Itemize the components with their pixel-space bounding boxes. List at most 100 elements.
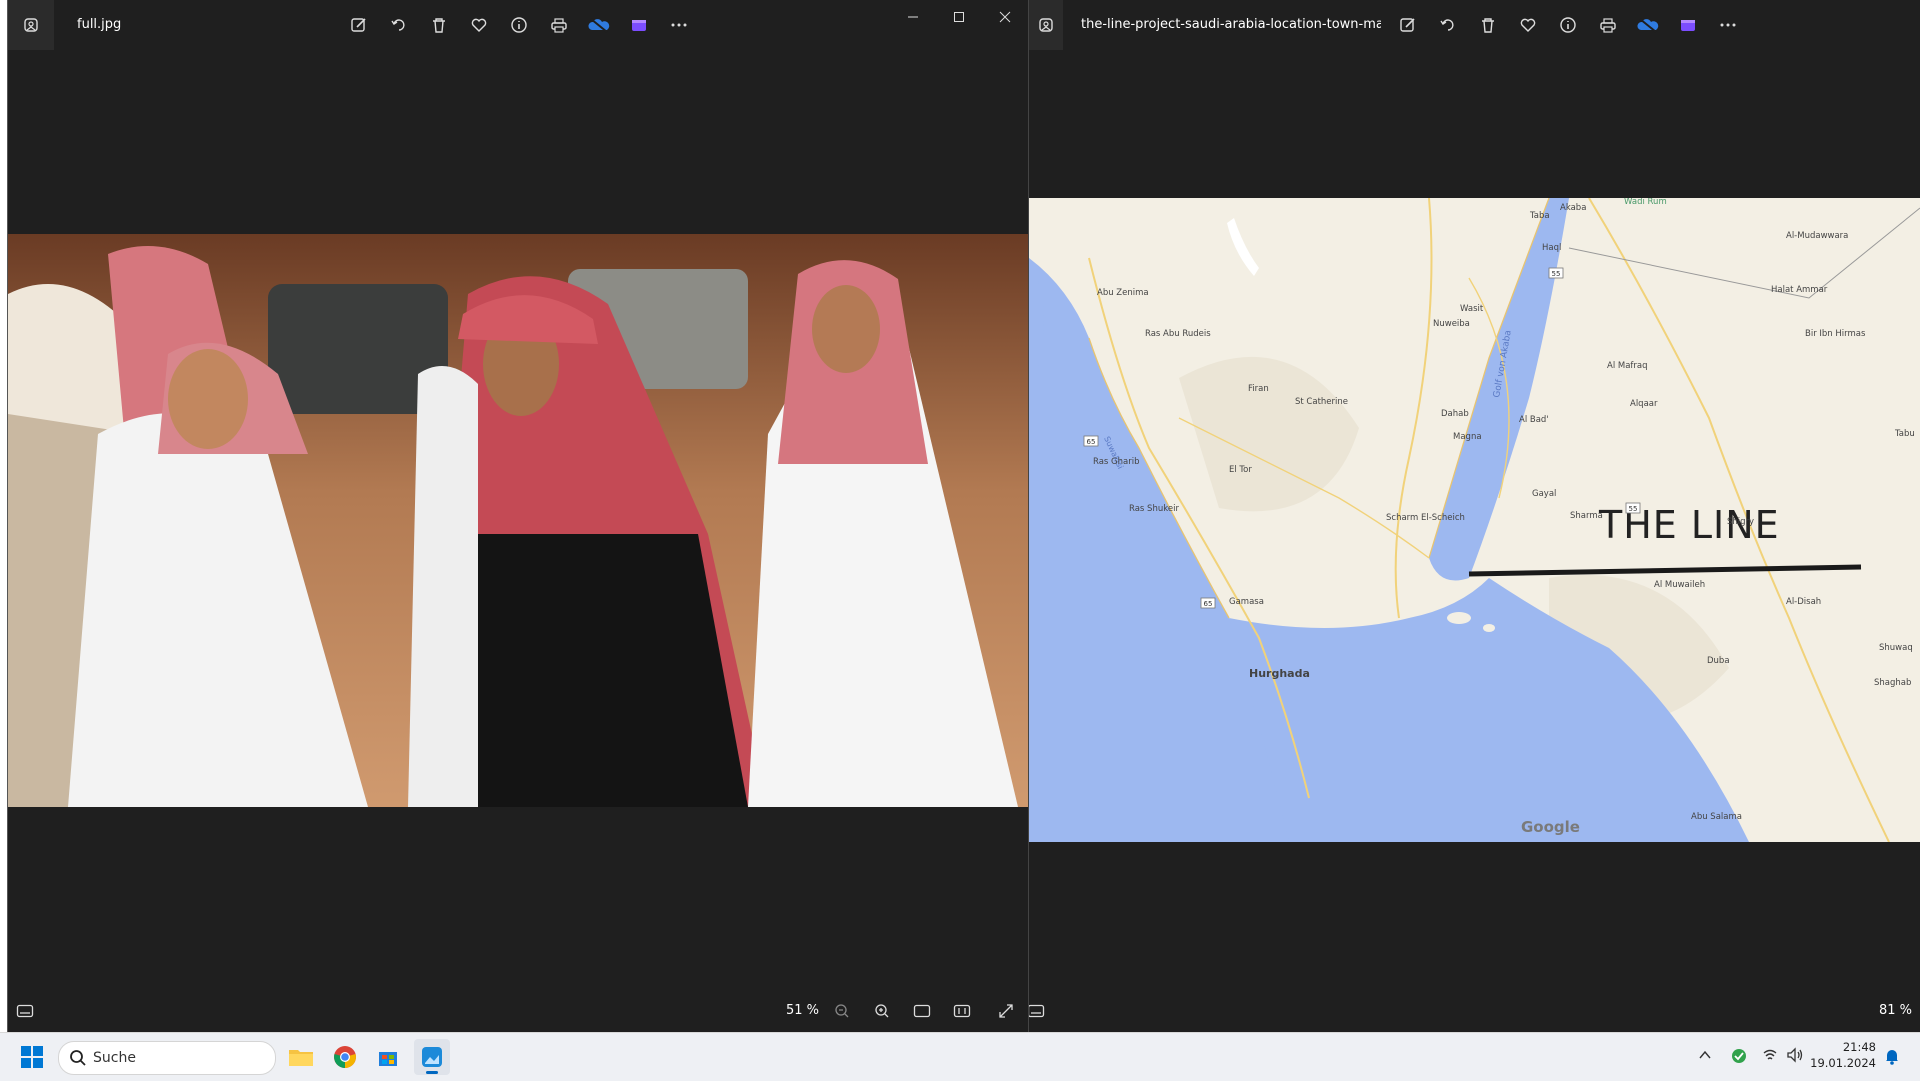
map-place-label: Sharma [1570, 511, 1603, 521]
map-place-label: Shaghab [1874, 678, 1911, 688]
photos-window-left: full.jpg 51 % [7, 0, 1029, 1032]
toolbar [1392, 12, 1744, 38]
map-place-label: Bir Ibn Hirmas [1805, 329, 1866, 339]
status-bar: 81 % [1029, 990, 1920, 1032]
map-place-label: Abu Zenima [1097, 288, 1149, 298]
zoom-out-icon[interactable] [827, 998, 857, 1024]
svg-text:55: 55 [1629, 505, 1638, 513]
file-explorer-icon[interactable] [283, 1039, 319, 1075]
window-controls [890, 4, 1028, 30]
map-place-label: Gayal [1532, 489, 1556, 499]
map-place-label: Al-Disah [1786, 597, 1821, 607]
info-icon[interactable] [1552, 12, 1584, 38]
more-icon[interactable] [663, 12, 695, 38]
map-place-label: Duba [1707, 656, 1730, 666]
close-button[interactable] [982, 4, 1028, 30]
window-title: the-line-project-saudi-arabia-location-t… [1081, 17, 1381, 32]
clipchamp-icon[interactable] [623, 12, 655, 38]
map-place-label: Ras Abu Rudeis [1145, 329, 1211, 339]
svg-text:65: 65 [1087, 438, 1096, 446]
fit-to-window-icon[interactable] [907, 998, 937, 1024]
map-place-label: Magna [1453, 432, 1482, 442]
clock-time: 21:48 [1842, 1040, 1876, 1054]
map-place-label: Shuwaq [1879, 643, 1913, 653]
map-place-label: Al Muwaileh [1654, 580, 1705, 590]
status-bar: 51 % [8, 990, 1028, 1032]
map-place-label: Haql [1542, 243, 1561, 253]
map-place-label: Wasit [1460, 304, 1484, 314]
photo-canvas[interactable] [8, 234, 1028, 807]
show-hidden-icons[interactable] [1698, 1047, 1712, 1066]
rotate-icon[interactable] [1432, 12, 1464, 38]
zoom-level: 81 % [1879, 1003, 1913, 1018]
road-shield: 55 [1625, 502, 1641, 514]
map-place-label: Firan [1248, 384, 1269, 394]
photos-window-right: the-line-project-saudi-arabia-location-t… [1029, 0, 1920, 1032]
edit-icon[interactable] [1392, 12, 1424, 38]
taskbar: Suche 21:48 19.01.2024 [0, 1032, 1920, 1081]
print-icon[interactable] [1592, 12, 1624, 38]
zoom-in-icon[interactable] [867, 998, 897, 1024]
wifi-icon[interactable] [1762, 1047, 1778, 1067]
chrome-icon[interactable] [327, 1039, 363, 1075]
map-place-label: Al Bad' [1519, 415, 1549, 425]
favorite-icon[interactable] [1512, 12, 1544, 38]
map-place-label: Taba [1529, 211, 1550, 221]
map-place-label: Wadi Rum [1624, 198, 1667, 207]
map-place-label: Nuweiba [1433, 319, 1470, 329]
volume-icon[interactable] [1786, 1047, 1804, 1067]
search-icon [70, 1050, 86, 1066]
clock-date: 19.01.2024 [1810, 1056, 1876, 1070]
map-place-label: Abu Salama [1691, 812, 1742, 822]
map-place-label: Halat Ammar [1771, 285, 1828, 295]
map-place-label: Al-Mudawwara [1786, 231, 1848, 241]
window-title: full.jpg [77, 17, 122, 32]
notification-icon[interactable] [1884, 1047, 1900, 1069]
map-place-label: Akaba [1560, 203, 1586, 213]
start-button[interactable] [14, 1039, 50, 1075]
print-icon[interactable] [543, 12, 575, 38]
delete-icon[interactable] [423, 12, 455, 38]
rotate-icon[interactable] [383, 12, 415, 38]
filmstrip-toggle-icon[interactable] [10, 998, 40, 1024]
onedrive-icon[interactable] [583, 12, 615, 38]
more-icon[interactable] [1712, 12, 1744, 38]
microsoft-store-icon[interactable] [370, 1039, 406, 1075]
maximize-button[interactable] [936, 4, 982, 30]
actual-size-icon[interactable] [947, 998, 977, 1024]
road-shield: 65 [1083, 435, 1099, 447]
title-bar[interactable]: full.jpg [8, 0, 1028, 50]
google-logo: Google [1521, 818, 1580, 836]
map-place-label: Shigry [1727, 517, 1754, 527]
map-place-label: Alqaar [1630, 399, 1658, 409]
svg-text:55: 55 [1552, 270, 1561, 278]
photos-app-icon[interactable] [1029, 0, 1063, 50]
favorite-icon[interactable] [463, 12, 495, 38]
edit-icon[interactable] [343, 12, 375, 38]
delete-icon[interactable] [1472, 12, 1504, 38]
taskbar-clock[interactable]: 21:48 19.01.2024 [1810, 1039, 1876, 1071]
map-place-label: St Catherine [1295, 397, 1348, 407]
map-place-label: Al Mafraq [1607, 361, 1648, 371]
info-icon[interactable] [503, 12, 535, 38]
search-placeholder: Suche [93, 1050, 136, 1066]
minimize-button[interactable] [890, 4, 936, 30]
fullscreen-icon[interactable] [991, 998, 1021, 1024]
map-place-label: El Tor [1229, 465, 1252, 475]
clipchamp-icon[interactable] [1672, 12, 1704, 38]
taskbar-search[interactable]: Suche [58, 1041, 276, 1075]
filmstrip-toggle-icon[interactable] [1029, 998, 1051, 1024]
map-place-label: Scharm El-Scheich [1386, 513, 1465, 523]
photo-image [8, 234, 1028, 807]
photos-app-icon[interactable] [8, 0, 54, 50]
map-place-label: Ras Gharib [1093, 457, 1140, 467]
map-place-label: Gamasa [1229, 597, 1264, 607]
photos-taskbar-icon[interactable] [414, 1039, 450, 1075]
toolbar [343, 12, 695, 38]
road-shield: 65 [1200, 597, 1216, 609]
onedrive-icon[interactable] [1632, 12, 1664, 38]
title-bar[interactable]: the-line-project-saudi-arabia-location-t… [1029, 0, 1920, 50]
map-canvas[interactable]: Golf von Akaba Suwakisi THE LINE Akaba Ta… [1029, 198, 1920, 842]
security-icon[interactable] [1730, 1047, 1748, 1069]
svg-text:65: 65 [1204, 600, 1213, 608]
